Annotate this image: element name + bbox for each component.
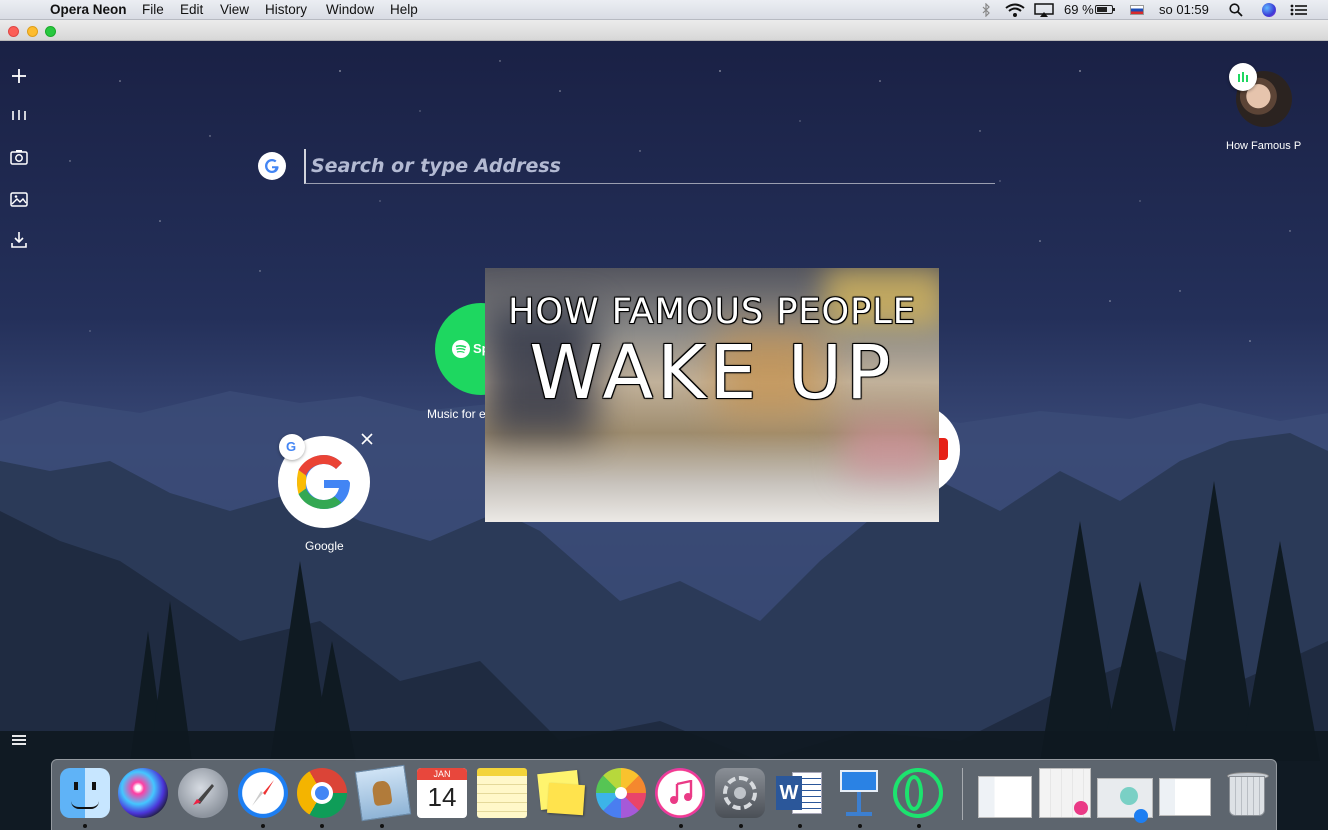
player-now-playing-label[interactable]: How Famous P [1226, 140, 1328, 152]
notes-icon[interactable] [477, 768, 527, 818]
gallery-icon[interactable] [8, 188, 30, 210]
bluetooth-icon[interactable] [981, 3, 991, 17]
download-icon[interactable] [8, 229, 30, 251]
browser-content: Sp Music for every G Google HOW FAMOUS P… [0, 41, 1328, 830]
finder-icon[interactable] [60, 768, 110, 818]
search-input[interactable] [304, 149, 995, 184]
menu-app-name[interactable]: Opera Neon [50, 2, 127, 17]
opera-neon-running-dot [917, 824, 921, 828]
trash-icon[interactable] [1222, 768, 1272, 818]
battery-percent[interactable]: 69 % [1064, 2, 1094, 17]
close-window-button[interactable] [8, 26, 19, 37]
chrome-icon[interactable] [297, 768, 347, 818]
mail-icon[interactable] [354, 764, 412, 822]
finder-running-dot [83, 824, 87, 828]
video-title-line-1: HOW FAMOUS PEOPLE [508, 292, 916, 332]
calendar-month: JAN [417, 768, 467, 780]
launchpad-icon[interactable] [178, 768, 228, 818]
menu-clock[interactable]: so 01:59 [1159, 2, 1209, 17]
minimized-window-2[interactable] [1039, 768, 1091, 818]
keynote-icon[interactable] [834, 768, 884, 818]
spotify-logo-icon [452, 340, 470, 358]
safari-running-dot [261, 824, 265, 828]
video-popout-player[interactable]: HOW FAMOUS PEOPLE WAKE UP [485, 268, 939, 522]
airplay-icon[interactable] [1034, 3, 1054, 17]
word-icon[interactable]: W [774, 768, 824, 818]
itunes-running-dot [679, 824, 683, 828]
zoom-window-button[interactable] [45, 26, 56, 37]
close-tile-icon[interactable] [361, 433, 373, 445]
opera-neon-icon[interactable] [893, 768, 943, 818]
equalizer-icon [1238, 72, 1248, 82]
tabs-icon[interactable] [8, 105, 30, 127]
plus-icon[interactable] [8, 65, 30, 87]
search-engine-google-icon[interactable] [258, 152, 286, 180]
calendar-icon[interactable]: JAN 14 [417, 768, 467, 818]
menu-edit[interactable]: Edit [180, 2, 203, 17]
siri-icon[interactable] [1262, 3, 1276, 17]
photos-icon[interactable] [596, 768, 646, 818]
window-title-bar [0, 20, 1328, 41]
safari-icon[interactable] [238, 768, 288, 818]
minimized-window-1[interactable] [978, 776, 1032, 818]
minimized-window-4[interactable] [1159, 778, 1211, 816]
google-badge-letter: G [286, 439, 297, 454]
menu-help[interactable]: Help [390, 2, 418, 17]
menu-icon[interactable] [8, 729, 30, 751]
itunes-icon[interactable] [655, 768, 705, 818]
system-preferences-icon[interactable] [715, 768, 765, 818]
spotlight-search-icon[interactable] [1229, 3, 1243, 17]
menu-file[interactable]: File [142, 2, 164, 17]
player-badge[interactable] [1229, 63, 1257, 91]
input-source-flag-icon[interactable] [1130, 5, 1144, 15]
menu-history[interactable]: History [265, 2, 307, 17]
menu-view[interactable]: View [220, 2, 249, 17]
mail-running-dot [380, 824, 384, 828]
video-title-line-2: WAKE UP [529, 330, 895, 416]
camera-icon[interactable] [8, 146, 30, 168]
battery-icon[interactable] [1095, 5, 1115, 14]
dock-separator [962, 768, 963, 820]
wifi-icon[interactable] [1005, 3, 1025, 17]
keynote-running-dot [858, 824, 862, 828]
siri-app-icon[interactable] [118, 768, 168, 818]
system-preferences-running-dot [739, 824, 743, 828]
menu-window[interactable]: Window [326, 2, 374, 17]
calendar-day: 14 [427, 782, 457, 812]
minimize-window-button[interactable] [27, 26, 38, 37]
chrome-running-dot [320, 824, 324, 828]
stickies-icon[interactable] [536, 768, 586, 818]
speed-dial-google-label: Google [305, 539, 344, 553]
google-engine-badge: G [279, 434, 305, 460]
word-running-dot [798, 824, 802, 828]
notification-center-icon[interactable] [1290, 4, 1308, 16]
minimized-window-3[interactable] [1097, 778, 1153, 823]
menu-bar: Opera Neon File Edit View History Window… [0, 0, 1328, 20]
